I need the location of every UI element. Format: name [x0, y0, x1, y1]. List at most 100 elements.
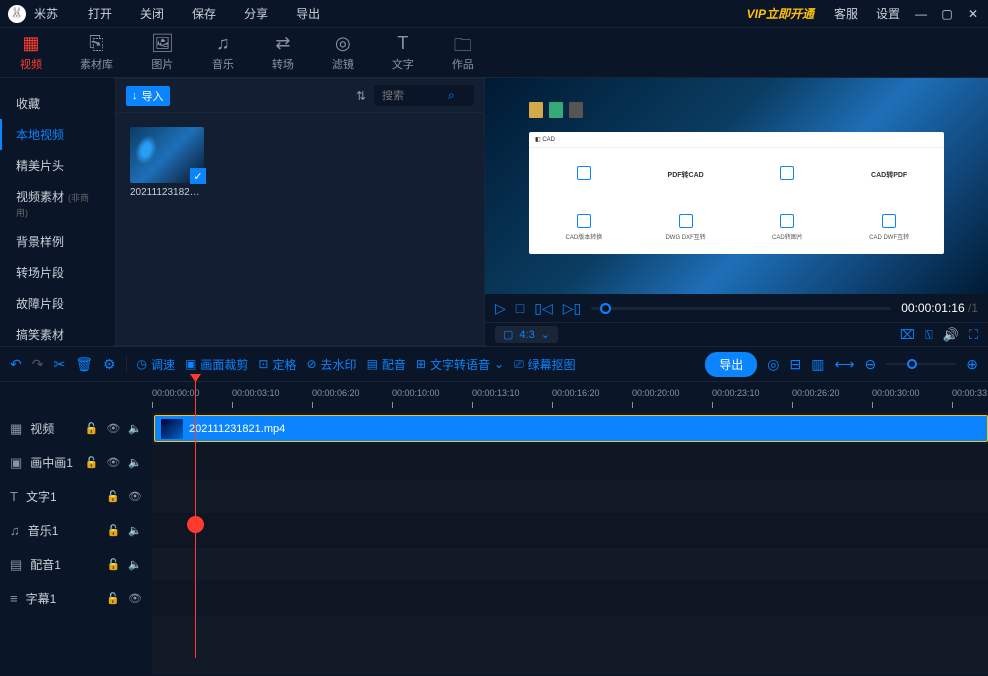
sidebar-item-stock[interactable]: 视频素材(非商用)	[0, 181, 115, 226]
sidebar-item-local[interactable]: 本地视频	[0, 119, 115, 150]
preview-seek-slider[interactable]	[591, 307, 891, 310]
support-link[interactable]: 客服	[834, 5, 858, 22]
volume-icon[interactable]: 🔊	[943, 327, 959, 343]
tab-transition[interactable]: ⇄转场	[272, 33, 294, 72]
sidebar-item-transition[interactable]: 转场片段	[0, 257, 115, 288]
close-button[interactable]: ✕	[966, 7, 980, 21]
menu-save[interactable]: 保存	[192, 5, 216, 22]
playhead-marker[interactable]	[187, 516, 204, 533]
mute-icon[interactable]: 🔈	[128, 524, 142, 537]
cut-button[interactable]: ✂	[53, 356, 65, 373]
media-item[interactable]: ✓ 202111231821….	[130, 127, 204, 198]
freeze-button[interactable]: ⊡定格	[258, 356, 296, 373]
delete-button[interactable]: 🗑	[75, 356, 93, 373]
import-button[interactable]: ↓导入	[126, 86, 170, 106]
menu-close[interactable]: 关闭	[140, 5, 164, 22]
greenscreen-button[interactable]: ⎚绿幕抠图	[514, 356, 576, 373]
tab-filter[interactable]: ◎滤镜	[332, 33, 354, 72]
maximize-button[interactable]: ▢	[940, 7, 954, 21]
text-icon: T	[397, 33, 408, 53]
media-sidebar: 收藏 本地视频 精美片头 视频素材(非商用) 背景样例 转场片段 故障片段 搞笑…	[0, 78, 115, 346]
preview-content-window: ◧ CAD PDF转CAD CAD转PDF CAD版本转换 DWG DXF互转 …	[529, 132, 944, 254]
lock-icon[interactable]: 🔓	[106, 592, 120, 605]
snapshot-icon[interactable]: ⍂	[925, 327, 933, 343]
next-frame-button[interactable]: ▷▯	[563, 300, 581, 317]
zoom-out-button[interactable]: ⊖	[865, 356, 877, 373]
library-icon: ⎘	[89, 33, 103, 53]
zoom-in-button[interactable]: ⊕	[966, 356, 978, 373]
menu-export[interactable]: 导出	[296, 5, 320, 22]
lock-icon[interactable]: 🔓	[85, 422, 99, 435]
ruler-tick: 00:00:23:10	[712, 388, 760, 398]
mute-icon[interactable]: 🔈	[128, 422, 142, 435]
redo-button[interactable]: ↷	[32, 356, 44, 373]
track-subtitle: ≡字幕1🔓👁	[0, 582, 988, 616]
track-video: ▦视频🔓👁🔈 202111231821.mp4	[0, 412, 988, 446]
crop-button[interactable]: ▣画面裁剪	[185, 356, 248, 373]
watermark-button[interactable]: ⊘去水印	[306, 356, 356, 373]
lock-icon[interactable]: 🔓	[107, 558, 121, 571]
ruler-tick: 00:00:00:00	[152, 388, 200, 398]
play-button[interactable]: ▷	[495, 300, 506, 317]
eye-icon[interactable]: 👁	[128, 490, 142, 503]
search-input[interactable]	[382, 90, 442, 102]
video-clip[interactable]: 202111231821.mp4	[154, 415, 988, 442]
watermark-icon: ⊘	[306, 357, 316, 371]
aspect-ratio-selector[interactable]: ▢4:3⌄	[495, 326, 558, 343]
settings-button[interactable]: ⚙	[103, 356, 116, 373]
lock-icon[interactable]: 🔓	[85, 456, 99, 469]
link-button[interactable]: ⊟	[789, 356, 801, 373]
sidebar-item-bg[interactable]: 背景样例	[0, 226, 115, 257]
stop-button[interactable]: □	[516, 300, 524, 316]
marker-button[interactable]: ◎	[767, 356, 779, 373]
monitor-icon: ▢	[503, 328, 513, 341]
vip-button[interactable]: VIP立即开通	[747, 5, 814, 22]
freeze-icon: ⊡	[258, 357, 268, 371]
group-button[interactable]: ▥	[811, 356, 824, 373]
cast-icon[interactable]: ⌧	[900, 327, 915, 343]
speed-button[interactable]: ◷调速	[137, 356, 176, 373]
lock-icon[interactable]: 🔓	[107, 524, 121, 537]
tab-music[interactable]: ♫音乐	[212, 33, 234, 72]
tab-library[interactable]: ⎘素材库	[80, 33, 113, 72]
sidebar-item-favorites[interactable]: 收藏	[0, 88, 115, 119]
mute-icon[interactable]: 🔈	[128, 456, 142, 469]
tab-text[interactable]: T文字	[392, 33, 414, 72]
prev-frame-button[interactable]: ▯◁	[534, 300, 552, 317]
timeline-ruler[interactable]: 00:00:00:0000:00:03:1000:00:06:2000:00:1…	[0, 382, 988, 412]
sort-icon[interactable]: ⇅	[356, 89, 366, 103]
mute-icon[interactable]: 🔈	[128, 558, 142, 571]
fullscreen-icon[interactable]: ⛶	[969, 327, 978, 343]
tab-works[interactable]: 🗀作品	[452, 33, 474, 72]
eye-icon[interactable]: 👁	[106, 456, 120, 469]
tab-video[interactable]: ▦视频	[20, 33, 42, 72]
menu-open[interactable]: 打开	[88, 5, 112, 22]
image-icon: 🖼	[151, 33, 174, 53]
filter-icon: ◎	[335, 33, 351, 53]
fit-button[interactable]: ⟷	[834, 356, 854, 373]
preview-canvas[interactable]: ◧ CAD PDF转CAD CAD转PDF CAD版本转换 DWG DXF互转 …	[485, 78, 988, 294]
settings-link[interactable]: 设置	[876, 5, 900, 22]
track-text: T文字1🔓👁	[0, 480, 988, 514]
crop-icon: ▣	[185, 357, 196, 371]
minimize-button[interactable]: —	[914, 7, 928, 21]
search-icon[interactable]: ⌕	[448, 88, 455, 103]
undo-button[interactable]: ↶	[10, 356, 22, 373]
eye-icon[interactable]: 👁	[128, 592, 142, 605]
lock-icon[interactable]: 🔓	[106, 490, 120, 503]
timeline: 00:00:00:0000:00:03:1000:00:06:2000:00:1…	[0, 382, 988, 676]
eye-icon[interactable]: 👁	[106, 422, 120, 435]
dub-button[interactable]: ▤配音	[367, 356, 406, 373]
playhead[interactable]	[195, 374, 196, 658]
export-button[interactable]: 导出	[705, 352, 757, 377]
ruler-tick: 00:00:03:10	[232, 388, 280, 398]
sidebar-item-funny[interactable]: 搞笑素材	[0, 319, 115, 350]
tab-image[interactable]: 🖼图片	[151, 33, 174, 72]
tts-button[interactable]: ⊞文字转语音⌄	[416, 356, 504, 373]
search-box[interactable]: ⌕	[374, 85, 474, 106]
sidebar-item-fault[interactable]: 故障片段	[0, 288, 115, 319]
zoom-slider[interactable]	[886, 363, 956, 365]
transition-icon: ⇄	[275, 33, 290, 53]
sidebar-item-intro[interactable]: 精美片头	[0, 150, 115, 181]
menu-share[interactable]: 分享	[244, 5, 268, 22]
